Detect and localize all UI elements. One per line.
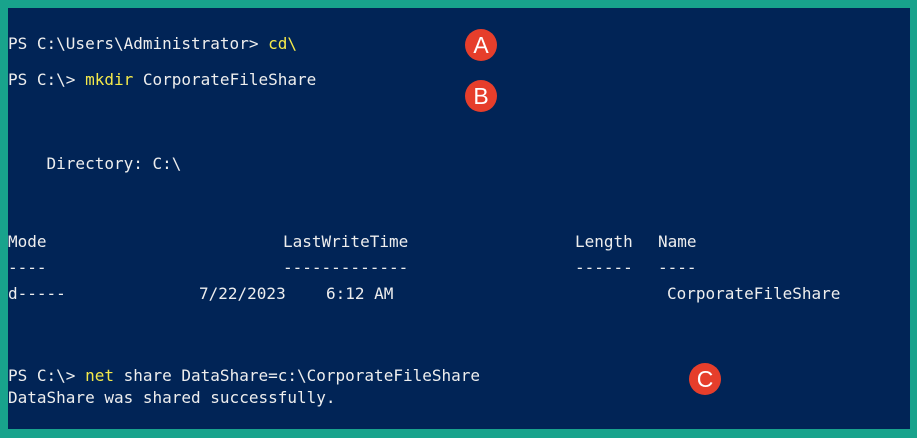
row-mode: d-----	[8, 284, 66, 303]
row-name: CorporateFileShare	[667, 284, 841, 303]
header-lastwritetime: LastWriteTime	[283, 232, 409, 251]
directory-label: Directory: C:\	[8, 154, 182, 173]
command-line-net-share: PS C:\> net share DataShare=c:\Corporate…	[8, 366, 480, 386]
annotation-badge-b: B	[465, 80, 497, 112]
command-line-mkdir: PS C:\> mkdir CorporateFileShare	[8, 70, 316, 90]
command-cd: cd\	[268, 34, 297, 53]
powershell-console[interactable]: PS C:\Users\Administrator> cd\ PS C:\> m…	[8, 8, 910, 429]
command-args: share DataShare=c:\CorporateFileShare	[113, 366, 481, 385]
prompt: PS C:\>	[8, 366, 86, 385]
underline-name: ----	[658, 258, 697, 277]
command-output: DataShare was shared successfully.	[8, 388, 336, 407]
command-net: net	[85, 366, 114, 385]
header-length: Length	[575, 232, 633, 251]
command-args: CorporateFileShare	[133, 70, 317, 89]
underline-lastwritetime: -------------	[283, 258, 409, 277]
row-time: 6:12 AM	[326, 284, 394, 303]
prompt: PS C:\Users\Administrator>	[8, 34, 269, 53]
command-line-cd: PS C:\Users\Administrator> cd\	[8, 34, 297, 54]
header-name: Name	[658, 232, 697, 251]
command-mkdir: mkdir	[85, 70, 134, 89]
header-mode: Mode	[8, 232, 47, 251]
underline-mode: ----	[8, 258, 47, 277]
underline-length: ------	[575, 258, 633, 277]
row-date: 7/22/2023	[199, 284, 286, 303]
annotation-badge-a: A	[465, 29, 497, 61]
annotation-badge-c: C	[689, 363, 721, 395]
prompt: PS C:\>	[8, 70, 86, 89]
